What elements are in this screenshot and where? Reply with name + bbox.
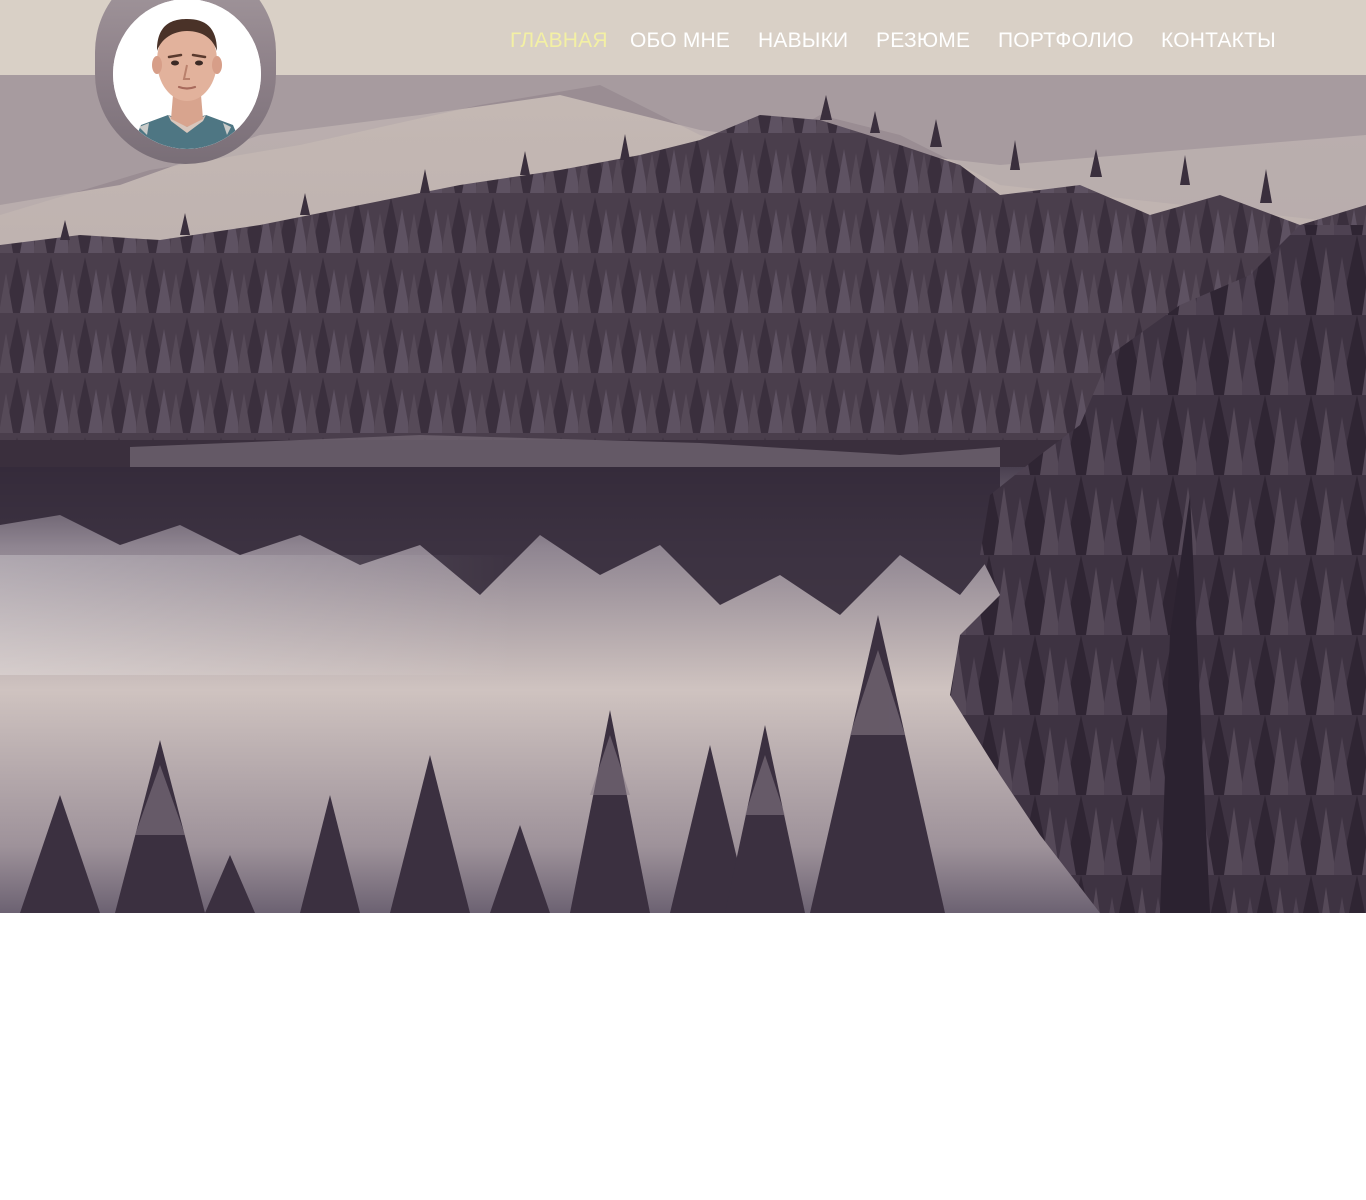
nav-item-skills[interactable]: НАВЫКИ bbox=[758, 28, 848, 54]
person-photo-icon bbox=[113, 0, 261, 149]
nav-item-home[interactable]: ГЛАВНАЯ bbox=[510, 28, 608, 54]
avatar bbox=[113, 0, 261, 149]
nav-item-about[interactable]: ОБО МНЕ bbox=[630, 28, 730, 54]
hero-background-image bbox=[0, 75, 1366, 913]
avatar-container[interactable] bbox=[95, 0, 276, 164]
page: ГЛАВНАЯ ОБО МНЕ НАВЫКИ РЕЗЮМЕ ПОРТФОЛИО … bbox=[0, 0, 1366, 1200]
nav-item-contacts[interactable]: КОНТАКТЫ bbox=[1161, 28, 1276, 54]
nav-item-portfolio[interactable]: ПОРТФОЛИО bbox=[998, 28, 1134, 54]
forest-lake-landscape-image bbox=[0, 75, 1366, 913]
nav-item-resume[interactable]: РЕЗЮМЕ bbox=[876, 28, 970, 54]
